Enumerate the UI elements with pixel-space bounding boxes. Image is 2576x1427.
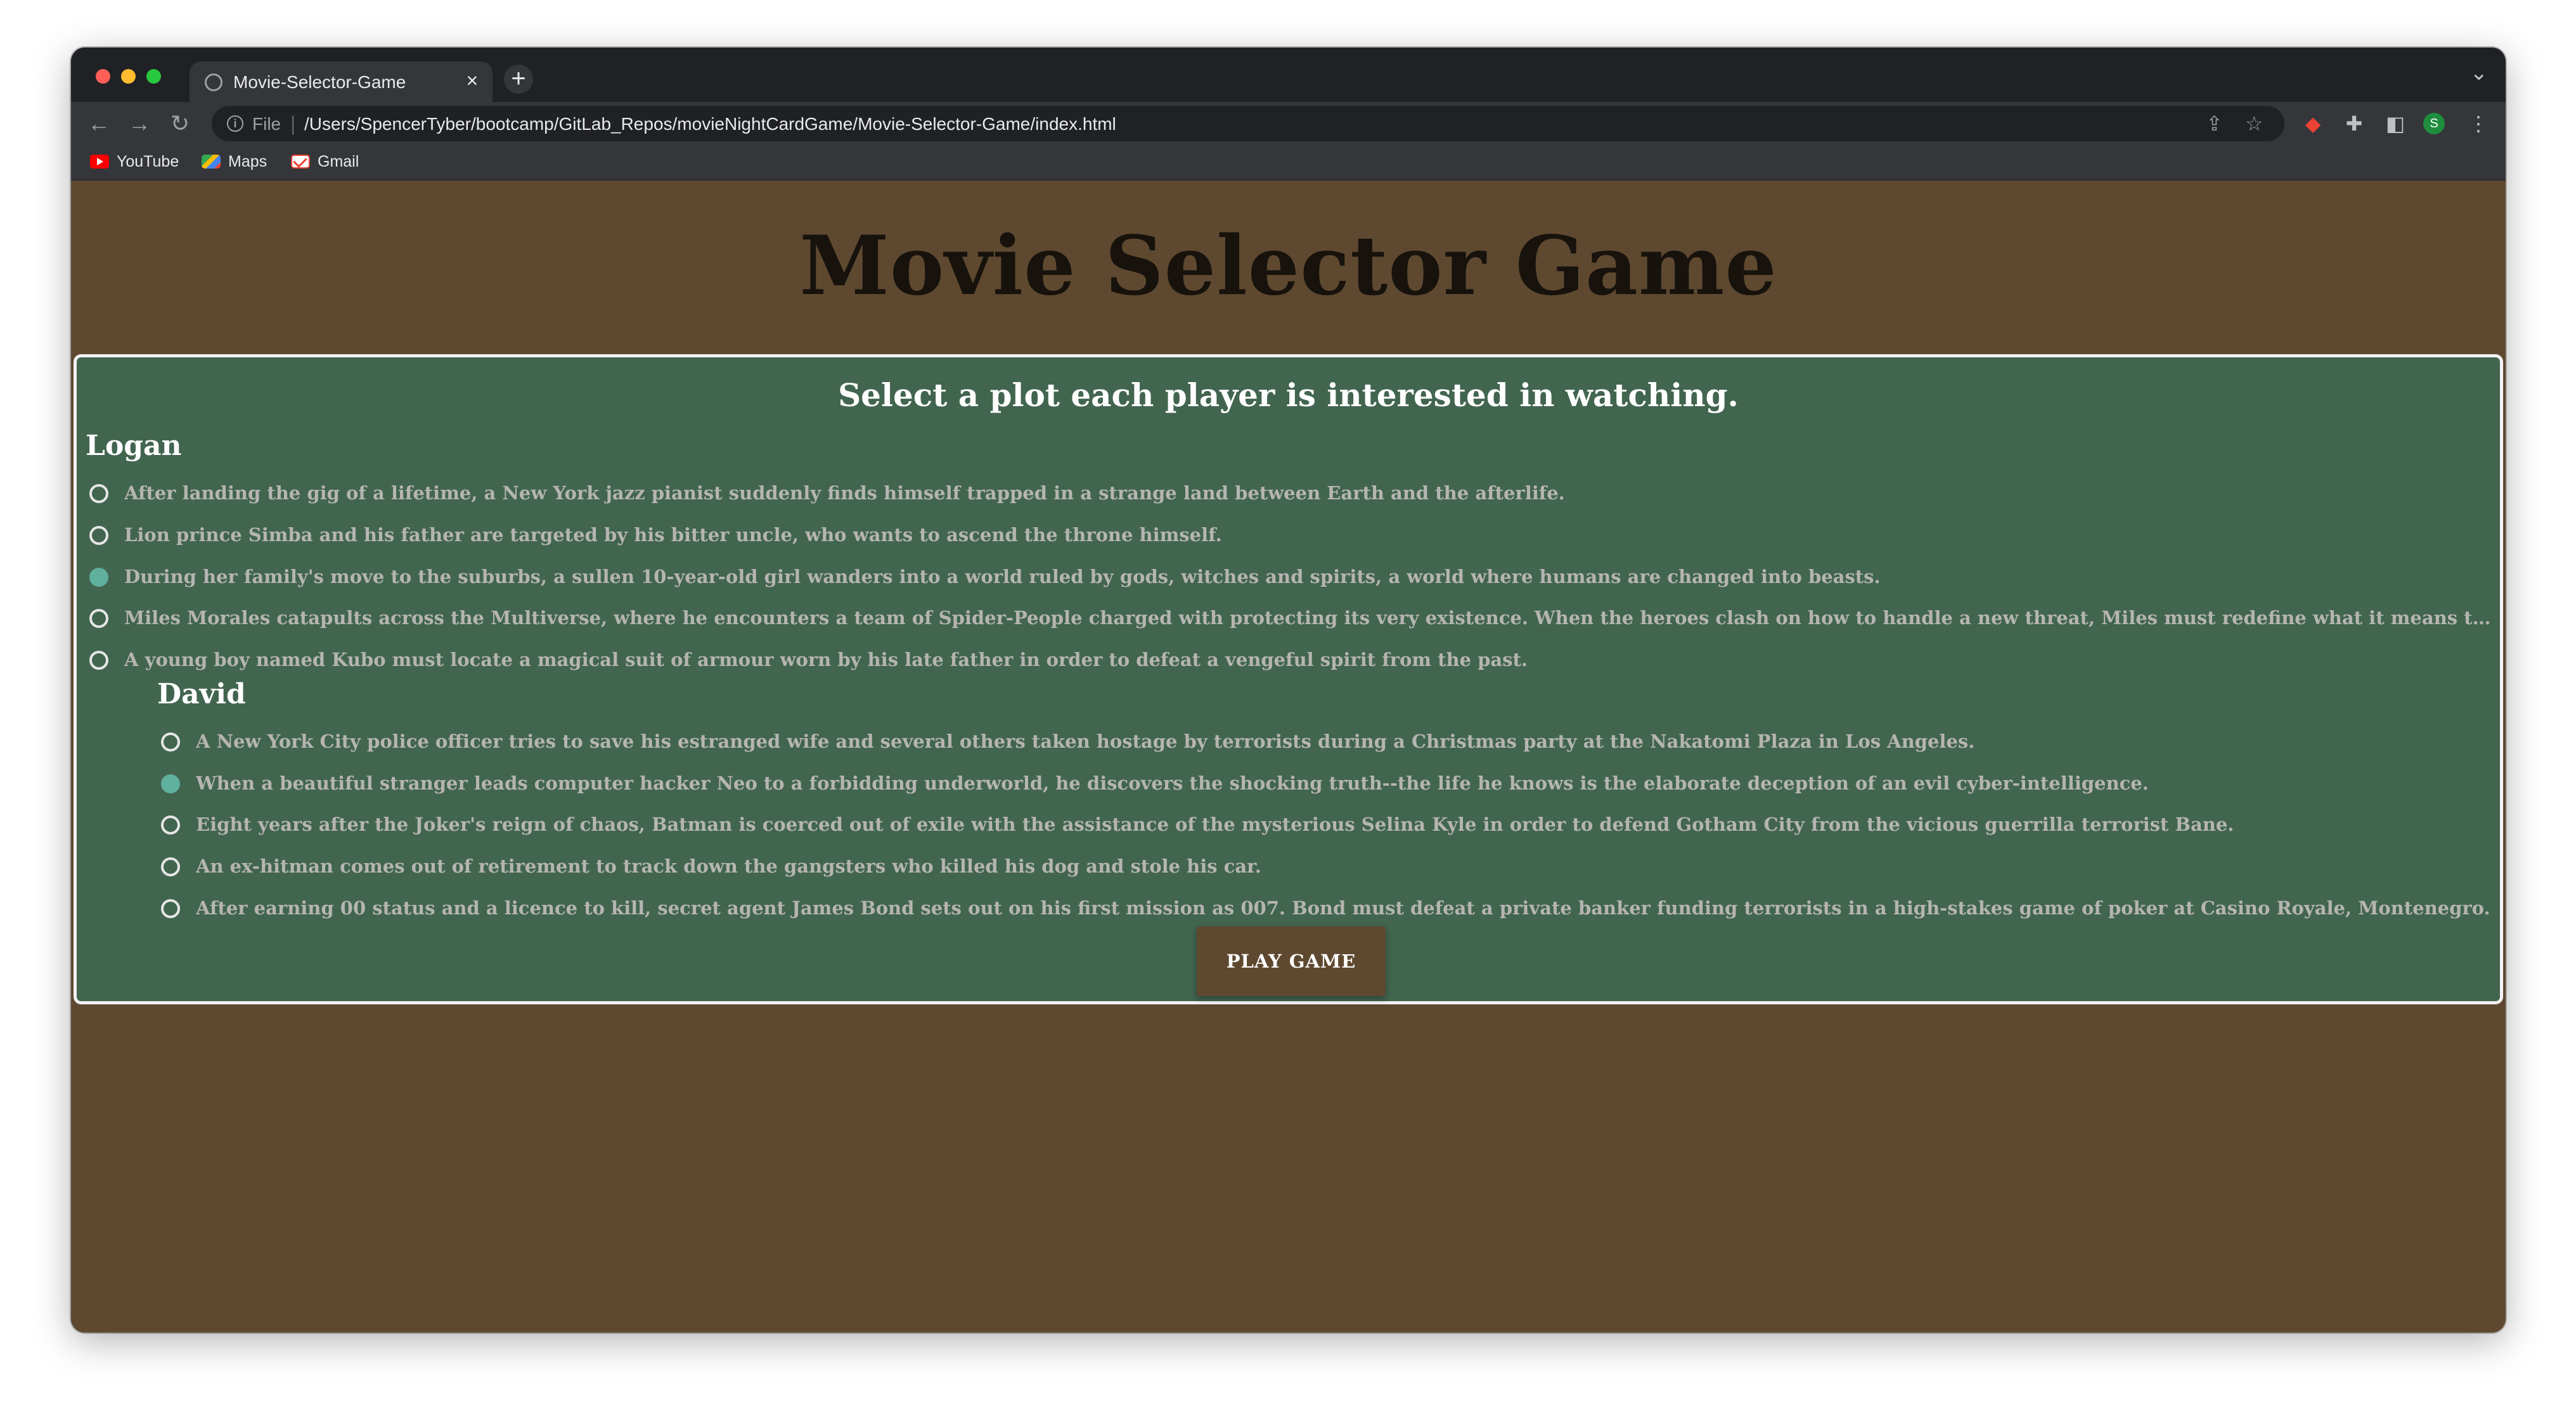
bookmark-star-icon[interactable]: ☆ (2245, 113, 2264, 134)
new-tab-button[interactable]: + (504, 65, 533, 94)
radio-button[interactable] (161, 899, 180, 918)
puzzle-extensions-icon[interactable]: ✚ (2339, 108, 2369, 139)
side-panel-icon[interactable]: ◧ (2380, 108, 2411, 139)
browser-toolbar: ← → ↻ i File | /Users/SpencerTyber/bootc… (71, 102, 2506, 145)
share-icon[interactable]: ⇪ (2206, 113, 2223, 134)
option-label[interactable]: An ex-hitman comes out of retirement to … (196, 854, 2494, 879)
radio-button[interactable] (161, 816, 180, 835)
bookmark-youtube[interactable]: YouTube (90, 153, 179, 171)
logan-option-3[interactable]: During her family's move to the suburbs,… (89, 564, 2492, 592)
option-label[interactable]: After earning 00 status and a licence to… (196, 895, 2494, 921)
url-text[interactable]: /Users/SpencerTyber/bootcamp/GitLab_Repo… (304, 114, 1116, 134)
player-name-logan: Logan (86, 430, 182, 462)
player-name-david: David (157, 678, 246, 710)
bookmark-label: Gmail (318, 153, 359, 170)
david-option-4[interactable]: An ex-hitman comes out of retirement to … (161, 854, 2494, 881)
globe-icon (205, 74, 222, 91)
maximize-window-button[interactable] (146, 69, 161, 84)
option-label[interactable]: Lion prince Simba and his father are tar… (124, 522, 2492, 547)
radio-button[interactable] (89, 526, 108, 545)
page-content: Movie Selector Game Select a plot each p… (71, 181, 2506, 1333)
bookmark-gmail[interactable]: Gmail (291, 153, 359, 171)
tab-close-icon[interactable]: × (461, 69, 484, 92)
file-scheme-label: File (252, 114, 281, 134)
plot-selection-panel: Select a plot each player is interested … (74, 354, 2503, 1004)
david-option-1[interactable]: A New York City police officer tries to … (161, 729, 2494, 757)
david-option-2[interactable]: When a beautiful stranger leads computer… (161, 771, 2494, 798)
radio-button[interactable] (89, 484, 108, 503)
play-game-button[interactable]: PLAY GAME (1197, 926, 1386, 996)
option-label[interactable]: A New York City police officer tries to … (196, 729, 2494, 754)
back-arrow-icon[interactable]: ← (84, 108, 114, 139)
radio-button-selected[interactable] (89, 568, 108, 587)
logan-option-5[interactable]: A young boy named Kubo must locate a mag… (89, 647, 2492, 675)
tab-search-chevron-icon[interactable]: ⌄ (2470, 60, 2489, 86)
forward-arrow-icon[interactable]: → (124, 108, 155, 139)
address-bar[interactable]: i File | /Users/SpencerTyber/bootcamp/Gi… (212, 106, 2284, 141)
option-label[interactable]: Eight years after the Joker's reign of c… (196, 812, 2494, 837)
tab-bar: Movie-Selector-Game × + ⌄ (71, 48, 2506, 102)
bookmark-label: Maps (228, 153, 267, 170)
panel-heading: Select a plot each player is interested … (838, 376, 1739, 414)
tab-title: Movie-Selector-Game (233, 72, 406, 92)
site-info-icon[interactable]: i (227, 115, 243, 132)
url-separator: | (290, 112, 296, 135)
minimize-window-button[interactable] (121, 69, 136, 84)
maps-icon (202, 155, 221, 169)
radio-button[interactable] (89, 651, 108, 670)
page-title: Movie Selector Game (799, 219, 1777, 314)
option-label[interactable]: When a beautiful stranger leads computer… (196, 771, 2494, 796)
option-label[interactable]: During her family's move to the suburbs,… (124, 564, 2492, 589)
tab-movie-selector-game[interactable]: Movie-Selector-Game × (190, 61, 493, 102)
browser-window: Movie-Selector-Game × + ⌄ ← → ↻ i File |… (71, 48, 2506, 1333)
youtube-icon (90, 155, 109, 169)
radio-button[interactable] (89, 609, 108, 628)
gmail-icon (291, 155, 310, 169)
radio-button[interactable] (161, 733, 180, 752)
bookmark-maps[interactable]: Maps (202, 153, 267, 171)
reload-icon[interactable]: ↻ (165, 108, 195, 139)
browser-menu-icon[interactable]: ⋮ (2463, 108, 2494, 139)
option-label[interactable]: After landing the gig of a lifetime, a N… (124, 480, 2492, 506)
option-label[interactable]: Miles Morales catapults across the Multi… (124, 605, 2492, 630)
bookmarks-bar: YouTube Maps Gmail (71, 145, 2506, 181)
option-label[interactable]: A young boy named Kubo must locate a mag… (124, 647, 2492, 672)
profile-avatar[interactable]: S (2423, 113, 2445, 134)
radio-button-selected[interactable] (161, 774, 180, 793)
logan-option-2[interactable]: Lion prince Simba and his father are tar… (89, 522, 2492, 550)
david-option-5[interactable]: After earning 00 status and a licence to… (161, 895, 2494, 923)
logan-option-4[interactable]: Miles Morales catapults across the Multi… (89, 605, 2492, 633)
bookmark-label: YouTube (117, 153, 179, 170)
david-option-3[interactable]: Eight years after the Joker's reign of c… (161, 812, 2494, 840)
radio-button[interactable] (161, 857, 180, 876)
close-window-button[interactable] (96, 69, 110, 84)
logan-option-1[interactable]: After landing the gig of a lifetime, a N… (89, 480, 2492, 508)
extension-icon[interactable]: ◆ (2298, 108, 2328, 139)
